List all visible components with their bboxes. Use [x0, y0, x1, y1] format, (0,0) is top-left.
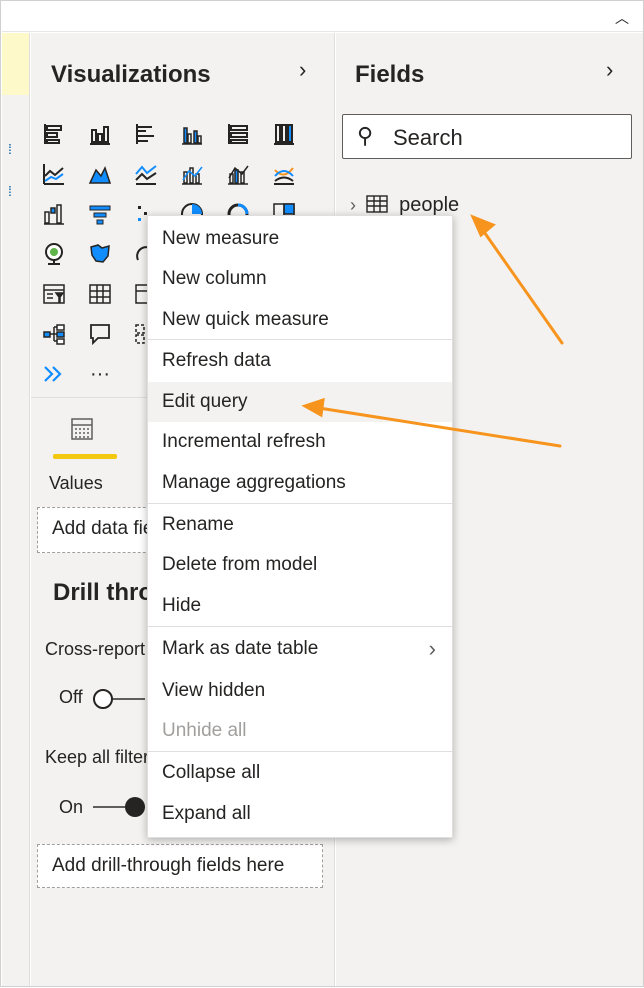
- stacked-column-icon[interactable]: [85, 119, 115, 149]
- fields-search-box[interactable]: ⚲ Search: [342, 114, 632, 159]
- search-icon: ⚲: [357, 123, 374, 148]
- menu-edit-query[interactable]: Edit query: [148, 382, 452, 422]
- ribbon-collapse-bar: ︿: [2, 2, 643, 32]
- keep-filters-toggle[interactable]: [93, 797, 145, 817]
- stacked-area-icon[interactable]: [131, 159, 161, 189]
- table-icon: [365, 195, 388, 213]
- stacked-bar-icon[interactable]: [39, 119, 69, 149]
- menu-hide[interactable]: Hide: [148, 586, 452, 626]
- cross-report-label: Cross-report: [45, 639, 146, 659]
- canvas-highlight: [2, 33, 29, 95]
- menu-separator: [148, 503, 452, 504]
- menu-mark-as-date-table[interactable]: Mark as date table ›: [148, 629, 452, 669]
- menu-collapse-all[interactable]: Collapse all: [148, 753, 452, 793]
- menu-new-quick-measure[interactable]: New quick measure: [148, 300, 452, 340]
- area-chart-icon[interactable]: [85, 159, 115, 189]
- power-automate-icon[interactable]: [39, 359, 69, 389]
- fields-tab-icon[interactable]: [69, 416, 95, 448]
- menu-incremental-refresh[interactable]: Incremental refresh: [148, 422, 452, 462]
- menu-separator: [148, 339, 452, 340]
- menu-new-column[interactable]: New column: [148, 259, 452, 299]
- keep-filters-on-label: On: [59, 797, 84, 817]
- cross-report-off-label: Off: [59, 687, 83, 707]
- app-window: ︿ ⁞ ⁞ Visualizations › ··· Values Add da…: [0, 0, 644, 987]
- table-name: people: [399, 194, 460, 216]
- menu-view-hidden[interactable]: View hidden: [148, 671, 452, 711]
- visualizations-title: Visualizations: [51, 61, 211, 88]
- collapse-visualizations-chevron-icon[interactable]: ›: [299, 57, 306, 83]
- active-tab-indicator: [53, 454, 117, 459]
- 100pct-bar-icon[interactable]: [223, 119, 253, 149]
- menu-expand-all[interactable]: Expand all: [148, 794, 452, 834]
- canvas-edge-mark-icon: ⁞: [8, 183, 12, 199]
- line-clustered-column-icon[interactable]: [223, 159, 253, 189]
- expand-chevron-icon[interactable]: ›: [350, 195, 356, 215]
- line-chart-icon[interactable]: [39, 159, 69, 189]
- table-icon[interactable]: [85, 279, 115, 309]
- submenu-chevron-icon: ›: [428, 636, 436, 661]
- menu-delete-from-model[interactable]: Delete from model: [148, 545, 452, 585]
- slicer-icon[interactable]: [39, 279, 69, 309]
- toggle-knob: [125, 797, 145, 817]
- waterfall-icon[interactable]: [39, 199, 69, 229]
- menu-separator: [148, 626, 452, 627]
- toggle-knob: [93, 689, 113, 709]
- menu-refresh-data[interactable]: Refresh data: [148, 341, 452, 381]
- menu-mark-as-date-table-label: Mark as date table: [162, 638, 319, 659]
- clustered-bar-icon[interactable]: [131, 119, 161, 149]
- table-context-menu: New measure New column New quick measure…: [147, 215, 453, 838]
- collapse-fields-chevron-icon[interactable]: ›: [606, 57, 613, 83]
- qna-icon[interactable]: [85, 319, 115, 349]
- canvas-edge-mark-icon: ⁞: [8, 141, 12, 157]
- values-label: Values: [49, 473, 103, 493]
- field-table-people[interactable]: › people: [350, 194, 459, 217]
- menu-separator: [148, 751, 452, 752]
- menu-manage-aggregations[interactable]: Manage aggregations: [148, 463, 452, 503]
- fields-title: Fields: [355, 61, 425, 88]
- menu-new-measure[interactable]: New measure: [148, 219, 452, 259]
- more-visuals-icon[interactable]: ···: [85, 359, 115, 389]
- search-placeholder: Search: [393, 125, 463, 150]
- line-column-icon[interactable]: [177, 159, 207, 189]
- clustered-column-icon[interactable]: [177, 119, 207, 149]
- cross-report-toggle[interactable]: [93, 689, 145, 709]
- map-icon[interactable]: [39, 239, 69, 269]
- ribbon-chart-icon[interactable]: [269, 159, 299, 189]
- menu-unhide-all: Unhide all: [162, 720, 247, 741]
- decomposition-tree-icon[interactable]: [39, 319, 69, 349]
- add-drill-through-fields-well[interactable]: Add drill-through fields here: [37, 844, 323, 888]
- report-canvas-strip: ⁞ ⁞: [2, 33, 30, 986]
- funnel-icon[interactable]: [85, 199, 115, 229]
- menu-rename[interactable]: Rename: [148, 505, 452, 545]
- 100pct-column-icon[interactable]: [269, 119, 299, 149]
- filled-map-icon[interactable]: [85, 239, 115, 269]
- keep-all-filters-label: Keep all filters: [45, 747, 159, 767]
- collapse-ribbon-icon[interactable]: ︿: [615, 8, 629, 28]
